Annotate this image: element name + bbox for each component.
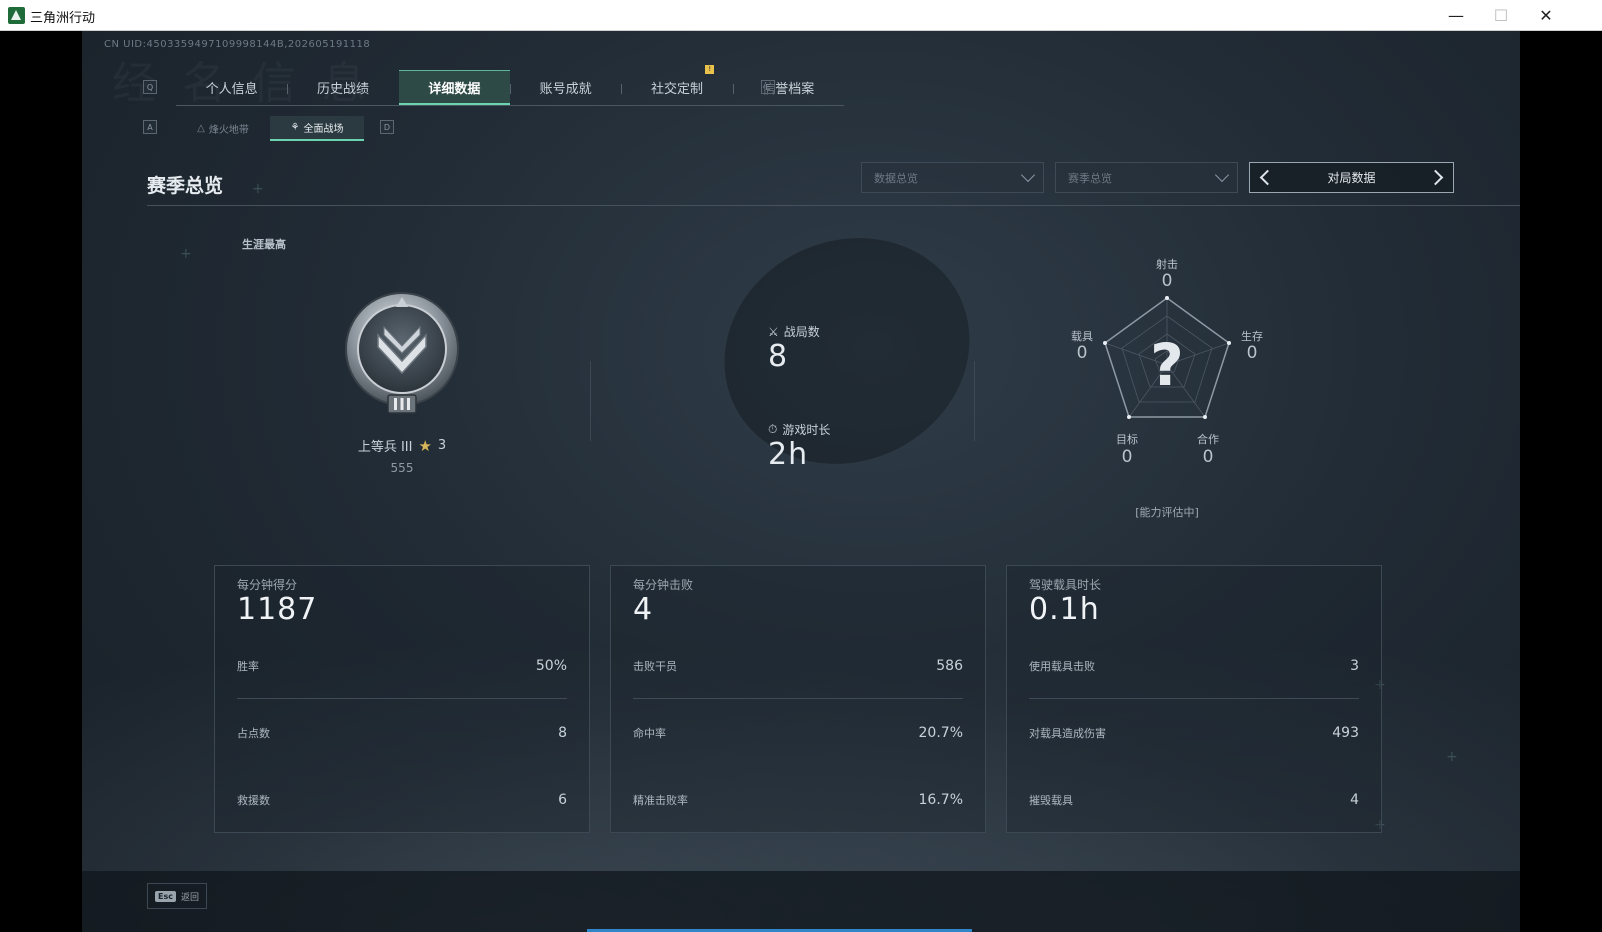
subtab-hazard-zone[interactable]: △ 烽火地带 (176, 116, 270, 141)
season-overview-dropdown[interactable]: 赛季总览 (1055, 162, 1238, 193)
card-row: 命中率 20.7% (633, 725, 963, 741)
tab-detailed-data[interactable]: 详细数据 (398, 70, 510, 105)
app-logo-icon (8, 7, 25, 24)
subtab-next-key-hint[interactable]: D (380, 120, 394, 134)
radar-value-objective: 0 (1121, 447, 1133, 467)
career-highest-label: 生涯最高 (242, 238, 286, 251)
radar-value-shooting: 0 (1161, 271, 1173, 291)
minimize-icon[interactable]: — (1433, 0, 1479, 31)
card-divider (237, 698, 567, 699)
data-overview-dropdown[interactable]: 数据总览 (861, 162, 1044, 193)
hazard-zone-icon: △ (197, 123, 205, 134)
card-row: 占点数 8 (237, 725, 567, 741)
esc-key-hint: Esc (155, 890, 176, 902)
tab-match-history[interactable]: 历史战绩 (287, 70, 398, 105)
tab-prev-key-hint[interactable]: Q (143, 80, 157, 94)
stat-card-kills: 每分钟击败 4 击败干员 586 命中率 20.7% 精准击败率 16.7% (610, 565, 986, 833)
rank-stars: 3 (437, 438, 447, 453)
radar-label-shooting: 射击 (1156, 258, 1178, 271)
stat-card-score: 每分钟得分 1187 胜率 50% 占点数 8 救援数 6 (214, 565, 590, 833)
card-row: 胜率 50% (237, 658, 567, 674)
card-title: 驾驶载具时长 (1029, 578, 1102, 592)
card-title: 每分钟击败 (633, 578, 694, 592)
plus-decor-icon: + (180, 246, 192, 262)
game-viewport: 经 名 信 息 CN UID:4503359497109998144B,2026… (82, 31, 1520, 932)
column-divider (590, 361, 591, 441)
matches-value: 8 (768, 339, 789, 374)
background-shape (687, 198, 1007, 504)
main-tabs: 个人信息 历史战绩 详细数据 账号成就 社交定制 ! 信誉档案 (176, 65, 844, 106)
card-row: 使用载具击败 3 (1029, 658, 1359, 674)
tab-credit-record[interactable]: 信誉档案 (732, 70, 844, 105)
section-divider (147, 205, 1520, 206)
card-row: 救援数 6 (237, 792, 567, 808)
radar-label-vehicle: 载具 (1071, 330, 1093, 343)
card-row: 精准击败率 16.7% (633, 792, 963, 808)
notification-badge: ! (705, 65, 715, 74)
tab-next-key-hint[interactable]: E (761, 80, 775, 94)
back-button[interactable]: Esc 返回 (147, 883, 207, 909)
maximize-icon[interactable]: ☐ (1478, 0, 1524, 31)
ability-radar-chart: ? (1103, 296, 1231, 419)
card-main-value: 4 (633, 592, 654, 627)
tab-personal-info[interactable]: 个人信息 (176, 70, 287, 105)
radar-center-mark: ? (1150, 331, 1184, 399)
radar-label-cooperation: 合作 (1197, 433, 1219, 446)
pager-label: 对局数据 (1327, 171, 1376, 185)
card-main-value: 1187 (237, 592, 318, 627)
card-title: 每分钟得分 (237, 578, 298, 592)
ability-evaluating-note: [能力评估中] (1135, 506, 1199, 519)
chevron-down-icon (1020, 167, 1036, 183)
card-row: 击败干员 586 (633, 658, 963, 674)
plus-decor-icon: + (252, 181, 264, 197)
radar-value-vehicle: 0 (1076, 343, 1088, 363)
radar-label-survival: 生存 (1241, 330, 1263, 343)
playtime-label: ⏱ 游戏时长 (768, 422, 831, 437)
back-label: 返回 (180, 892, 199, 903)
chevron-left-icon[interactable] (1259, 169, 1276, 186)
match-data-pager: 对局数据 (1249, 162, 1454, 193)
stat-card-vehicle: 驾驶载具时长 0.1h 使用载具击败 3 对载具造成伤害 493 摧毁载具 4 (1006, 565, 1382, 833)
radar-value-survival: 0 (1246, 343, 1258, 363)
player-uid: CN UID:4503359497109998144B,202605191118 (104, 39, 371, 50)
window-titlebar: 三角洲行动 — ☐ ✕ (0, 0, 1602, 31)
battlefield-icon: ⚘ (290, 122, 300, 133)
plus-decor-icon: + (1446, 749, 1458, 765)
card-divider (1029, 698, 1359, 699)
crossed-swords-icon: ⚔ (768, 324, 779, 339)
window-title: 三角洲行动 (30, 11, 96, 26)
card-row: 对载具造成伤害 493 (1029, 725, 1359, 741)
column-divider (974, 361, 975, 441)
bottom-bar: Esc 返回 (82, 871, 1520, 932)
matches-label: ⚔ 战局数 (768, 324, 820, 340)
star-icon: ★ (418, 436, 432, 455)
card-main-value: 0.1h (1029, 592, 1100, 627)
subtab-prev-key-hint[interactable]: A (143, 120, 157, 134)
tab-achievements[interactable]: 账号成就 (509, 70, 621, 105)
chevron-right-icon[interactable] (1427, 169, 1444, 186)
radar-value-cooperation: 0 (1202, 447, 1214, 467)
rank-badge-icon (345, 292, 459, 414)
rank-name: 上等兵 III ★ 3 (357, 436, 447, 456)
close-icon[interactable]: ✕ (1523, 0, 1569, 31)
chevron-down-icon (1214, 167, 1230, 183)
rank-score: 555 (390, 461, 414, 475)
subtab-full-battlefield[interactable]: ⚘ 全面战场 (270, 116, 364, 141)
mode-subtabs: △ 烽火地带 ⚘ 全面战场 (176, 116, 364, 141)
playtime-value: 2h (768, 437, 809, 472)
radar-label-objective: 目标 (1116, 433, 1138, 446)
card-divider (633, 698, 963, 699)
stopwatch-icon: ⏱ (768, 422, 778, 436)
card-row: 摧毁载具 4 (1029, 792, 1359, 808)
section-title: 赛季总览 (147, 175, 224, 197)
tab-social-custom[interactable]: 社交定制 ! (621, 65, 732, 105)
